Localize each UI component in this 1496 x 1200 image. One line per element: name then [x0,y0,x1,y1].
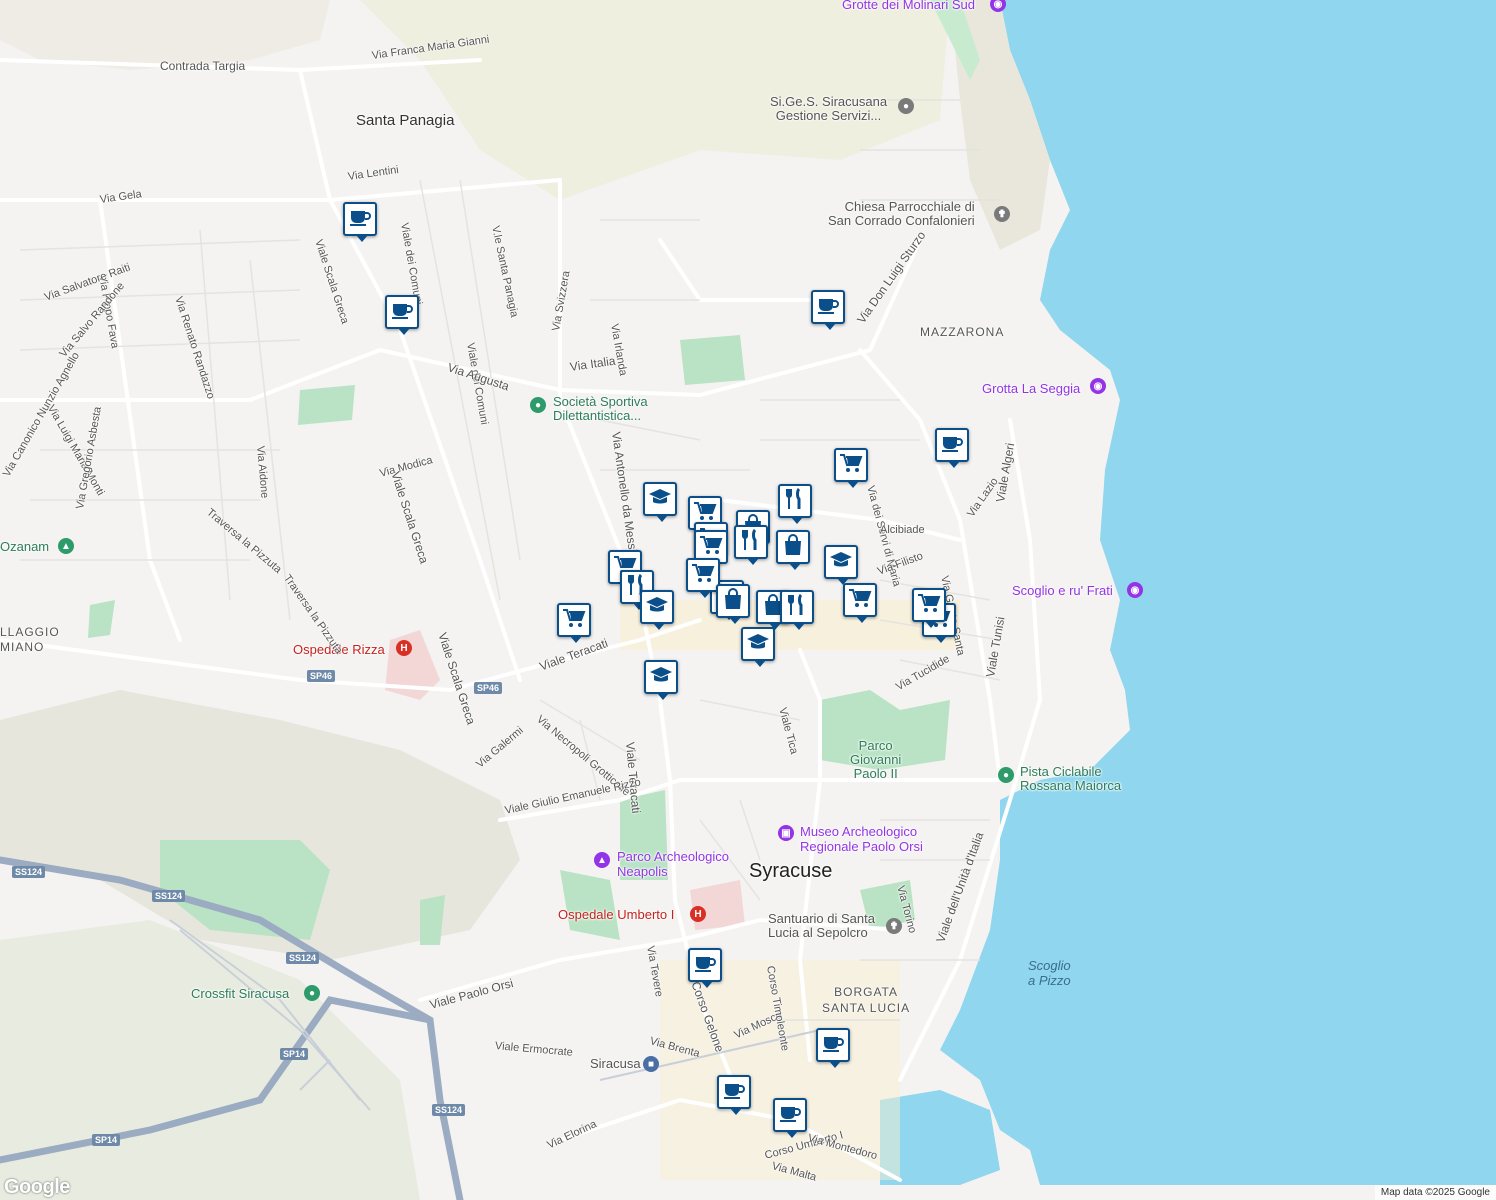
water-scoglio-a-pizzo: Scoglio a Pizzo [1028,958,1071,988]
cart-marker[interactable] [686,558,720,598]
school-icon [746,631,770,658]
road-shield: SS124 [432,1104,466,1116]
coffee-marker[interactable] [717,1075,751,1115]
utensils-marker[interactable] [734,525,768,565]
cart-icon [691,562,715,589]
poi-pista-ciclabile[interactable]: Pista Ciclabile Rossana Maiorca [1020,765,1121,793]
coffee-marker[interactable] [935,428,969,468]
camera-icon[interactable]: ◉ [1090,378,1106,394]
service-icon[interactable]: ● [898,98,914,114]
city-syracuse: Syracuse [749,860,833,882]
coffee-icon [778,1102,802,1129]
map-canvas[interactable]: Santa Panagia Syracuse MAZZARONA BORGATA… [0,0,1496,1200]
poi-sigess[interactable]: Si.Ge.S. Siracusana Gestione Servizi... [770,95,887,123]
map-attribution[interactable]: Map data ©2025 Google [1374,1185,1496,1200]
poi-grotta-la-seggia[interactable]: Grotta La Seggia [982,381,1080,396]
hospital-icon[interactable]: H [690,906,706,922]
street-label: Contrada Targia [160,59,246,73]
road-shield: SP46 [307,670,336,682]
coffee-icon [816,294,840,321]
cart-icon [699,534,723,561]
poi-societa-sportiva[interactable]: Società Sportiva Dilettantistica... [553,395,648,423]
utensils-icon [739,528,763,556]
bag-marker[interactable] [716,584,750,624]
coffee-marker[interactable] [773,1098,807,1138]
road-shield: SS124 [286,952,320,964]
school-icon [649,664,673,691]
poi-santuario-santa-lucia[interactable]: Santuario di Santa Lucia al Sepolcro [768,912,875,940]
coffee-marker[interactable] [816,1028,850,1068]
sports-icon[interactable]: ● [998,767,1014,783]
road-shield: SP46 [474,682,503,694]
area-mazzarona: MAZZARONA [920,325,1005,339]
coffee-icon [348,206,372,233]
coffee-icon [722,1079,746,1106]
cart-icon [848,587,872,614]
road-shield: SP14 [92,1134,121,1146]
school-marker[interactable] [741,627,775,667]
utensils-icon [785,593,809,621]
google-logo: Google [4,1176,70,1198]
sports-icon[interactable]: ● [304,985,320,1001]
poi-siracusa-station[interactable]: Siracusa [590,1056,641,1071]
area-santa-panagia: Santa Panagia [356,112,455,129]
school-marker[interactable] [640,590,674,630]
coffee-marker[interactable] [343,202,377,242]
train-icon[interactable]: ■ [643,1056,659,1072]
utensils-marker[interactable] [778,484,812,524]
road-shield: SS124 [152,890,186,902]
coffee-icon [693,952,717,979]
cart-marker[interactable] [843,583,877,623]
tree-icon[interactable]: ▲ [58,538,74,554]
museum-icon[interactable]: ▣ [778,825,794,841]
bag-icon [721,587,745,615]
monument-icon[interactable]: ▲ [594,852,610,868]
utensils-icon [783,487,807,515]
road-shield: SS124 [12,866,46,878]
coffee-marker[interactable] [811,290,845,330]
sports-icon[interactable]: ● [530,397,546,413]
cart-icon [562,607,586,634]
cart-icon [839,452,863,479]
cart-icon [917,592,941,619]
school-icon [829,549,853,576]
school-marker[interactable] [644,660,678,700]
cart-marker[interactable] [834,448,868,488]
street-label: Alcibiade [880,524,925,536]
school-marker[interactable] [824,545,858,585]
utensils-marker[interactable] [780,590,814,630]
coffee-icon [390,299,414,326]
area-villaggio-miano: LLAGGIO MIANO [0,625,60,654]
school-icon [645,594,669,621]
coffee-icon [940,432,964,459]
poi-parco-neapolis[interactable]: Parco Archeologico Neapolis [617,849,729,879]
coffee-icon [821,1032,845,1059]
road-shield: SP14 [280,1048,309,1060]
poi-grotte-molinari-label: Grotte dei Molinari Sud [842,0,975,12]
bag-icon [781,533,805,561]
coffee-marker[interactable] [385,295,419,335]
area-borgata-santa-lucia: BORGATA SANTA LUCIA [822,985,911,1015]
coffee-marker[interactable] [688,948,722,988]
poi-ozanam[interactable]: Ozanam [0,539,49,554]
poi-ospedale-umberto[interactable]: Ospedale Umberto I [558,907,674,922]
cart-marker[interactable] [557,603,591,643]
camera-icon[interactable]: ◉ [1127,582,1143,598]
church-icon[interactable]: ✟ [994,206,1010,222]
hospital-icon[interactable]: H [396,640,412,656]
poi-scoglio-frati[interactable]: Scoglio e ru' Frati [1012,583,1113,598]
bag-marker[interactable] [776,530,810,570]
school-marker[interactable] [643,482,677,522]
school-icon [648,486,672,513]
poi-grotte-molinari[interactable]: Grotte dei Molinari Sud [842,0,975,12]
cart-marker[interactable] [912,588,946,628]
poi-museo-paolo-orsi[interactable]: Museo Archeologico Regionale Paolo Orsi [800,824,923,854]
poi-chiesa-san-corrado[interactable]: Chiesa Parrocchiale di San Corrado Confa… [828,200,975,228]
poi-crossfit[interactable]: Crossfit Siracusa [191,986,289,1001]
church-icon[interactable]: ✟ [886,918,902,934]
poi-parco-giovanni-paolo[interactable]: Parco Giovanni Paolo II [850,739,901,781]
